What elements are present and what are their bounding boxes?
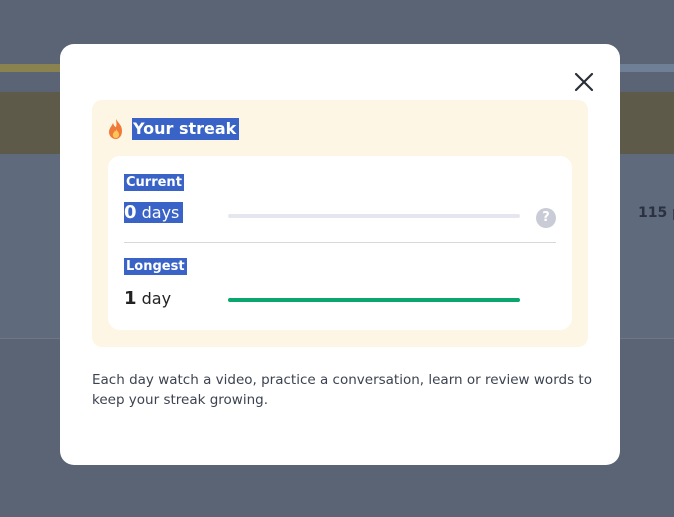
flame-icon	[109, 119, 122, 139]
close-icon	[574, 72, 594, 92]
current-value-highlight: 0 days	[124, 202, 184, 223]
streak-help-text: Each day watch a video, practice a conve…	[92, 372, 592, 408]
streak-modal: Your streak Current 0 days ? Longest 1 d…	[60, 44, 620, 465]
streak-stats-card: Current 0 days ? Longest 1 day	[108, 156, 572, 330]
longest-number: 1	[124, 288, 137, 309]
longest-value: 1 day	[124, 288, 171, 309]
current-progress-bar	[228, 214, 520, 218]
longest-progress-fill	[228, 298, 520, 302]
question-icon[interactable]: ?	[536, 208, 556, 228]
longest-label: Longest	[124, 258, 187, 275]
current-label: Current	[124, 174, 184, 191]
streak-card: Your streak Current 0 days ? Longest 1 d…	[92, 100, 588, 347]
longest-progress-bar	[228, 298, 520, 302]
row-divider	[124, 242, 556, 243]
longest-unit: day	[141, 289, 172, 308]
streak-title: Your streak	[132, 118, 240, 140]
current-value: 0 days	[124, 202, 184, 223]
background-count: 115 p	[638, 205, 674, 221]
streak-header: Your streak	[106, 118, 240, 140]
current-unit: days	[141, 203, 180, 222]
current-number: 0	[124, 202, 137, 223]
close-button[interactable]	[572, 70, 596, 94]
